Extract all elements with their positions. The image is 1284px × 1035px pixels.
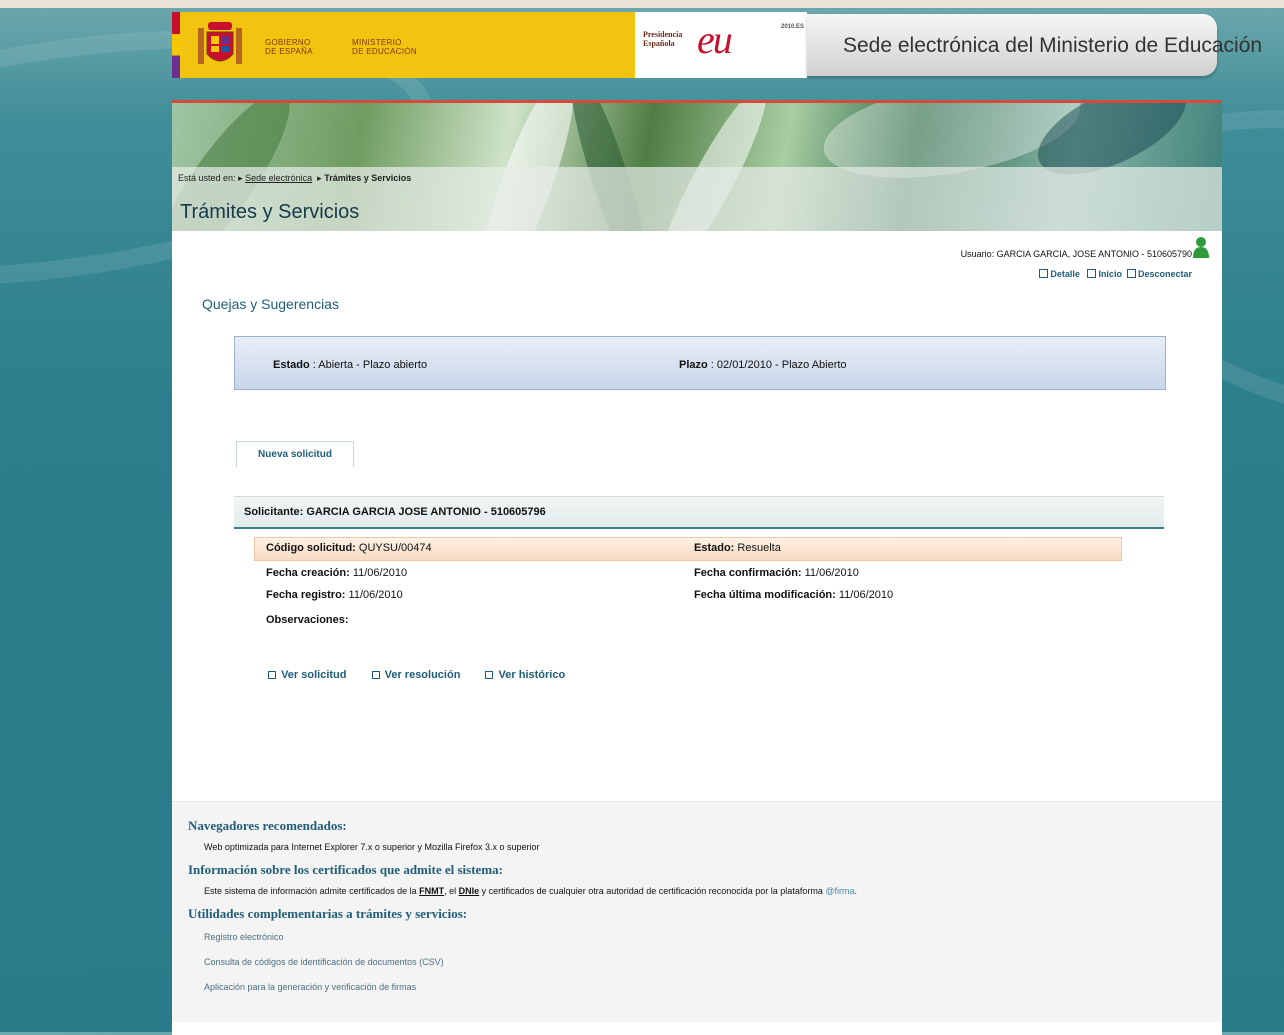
square-bullet-icon bbox=[1126, 269, 1136, 278]
csv-lookup-link[interactable]: Consulta de códigos de identificación de… bbox=[204, 957, 444, 967]
status-plazo: Plazo : 02/01/2010 - Plazo Abierto bbox=[679, 359, 847, 371]
new-request-tab[interactable]: Nueva solicitud bbox=[236, 441, 354, 467]
breadcrumb-arrow-icon: ▸ bbox=[314, 173, 322, 183]
ver-historico-link[interactable]: Ver histórico bbox=[485, 669, 565, 681]
gobierno-label: GOBIERNO DE ESPAÑA bbox=[265, 38, 313, 56]
fecha-ultima-modificacion: Fecha última modificación: 11/06/2010 bbox=[694, 589, 894, 601]
breadcrumb-link-sede[interactable]: Sede electrónica bbox=[245, 173, 312, 183]
dnie-link[interactable]: DNIe bbox=[459, 886, 480, 896]
square-bullet-icon bbox=[485, 671, 494, 679]
site-title-bar: Sede electrónica del Ministerio de Educa… bbox=[807, 14, 1262, 76]
user-icon bbox=[1193, 237, 1209, 258]
site-header: GOBIERNO DE ESPAÑA MINISTERIO DE EDUCACIÓN… bbox=[172, 12, 1262, 80]
section-title: Quejas y Sugerencias bbox=[202, 296, 339, 312]
request-estado: Estado: Resuelta bbox=[694, 542, 781, 554]
desconectar-link[interactable]: Desconectar bbox=[1126, 269, 1192, 279]
certificates-heading: Información sobre los certificados que a… bbox=[188, 862, 503, 877]
user-info: Usuario: GARCIA GARCIA, JOSE ANTONIO - 5… bbox=[960, 249, 1192, 259]
fnmt-link[interactable]: FNMT bbox=[419, 886, 444, 896]
fecha-confirmacion: Fecha confirmación: 11/06/2010 bbox=[694, 567, 859, 579]
request-actions: Ver solicitud Ver resolución Ver históri… bbox=[268, 669, 587, 681]
detalle-link[interactable]: Detalle bbox=[1039, 269, 1080, 279]
certificates-text: Este sistema de información admite certi… bbox=[204, 886, 857, 896]
user-links: Detalle Inicio Desconectar bbox=[1039, 269, 1192, 279]
breadcrumb: Está usted en: ▸ Sede electrónica ▸ Trám… bbox=[178, 173, 411, 184]
banner-image: Está usted en: ▸ Sede electrónica ▸ Trám… bbox=[172, 103, 1222, 231]
top-strip bbox=[0, 0, 1284, 8]
ver-solicitud-link[interactable]: Ver solicitud bbox=[268, 669, 346, 681]
observaciones: Observaciones: bbox=[266, 614, 349, 626]
eu-logo-mark: eu bbox=[697, 17, 733, 62]
footer: Navegadores recomendados: Web optimizada… bbox=[172, 801, 1222, 1022]
status-estado: Estado : Abierta - Plazo abierto bbox=[273, 359, 428, 371]
ministerio-label: MINISTERIO DE EDUCACIÓN bbox=[352, 38, 417, 56]
square-bullet-icon bbox=[1087, 269, 1097, 278]
fecha-registro: Fecha registro: 11/06/2010 bbox=[266, 589, 403, 601]
site-title: Sede electrónica del Ministerio de Educa… bbox=[843, 34, 1263, 57]
utilities-heading: Utilidades complementarias a trámites y … bbox=[188, 906, 468, 921]
eu-presidency-logo[interactable]: Presidencia Española eu 2010.ES bbox=[635, 12, 807, 78]
presidency-label: Presidencia Española bbox=[643, 30, 683, 48]
ver-resolucion-link[interactable]: Ver resolución bbox=[371, 669, 460, 681]
firma-link[interactable]: @firma bbox=[825, 886, 854, 896]
government-logo-block[interactable]: GOBIERNO DE ESPAÑA MINISTERIO DE EDUCACIÓN bbox=[180, 12, 635, 78]
breadcrumb-current: Trámites y Servicios bbox=[324, 173, 412, 183]
registro-electronico-link[interactable]: Registro electrónico bbox=[204, 932, 284, 942]
browsers-text: Web optimizada para Internet Explorer 7.… bbox=[204, 842, 540, 852]
breadcrumb-arrow-icon: ▸ bbox=[238, 173, 243, 183]
inicio-link[interactable]: Inicio bbox=[1087, 269, 1122, 279]
square-bullet-icon bbox=[371, 671, 380, 679]
square-bullet-icon bbox=[1039, 269, 1049, 278]
breadcrumb-prefix: Está usted en: bbox=[178, 173, 236, 183]
applicant-label: Solicitante: GARCIA GARCIA JOSE ANTONIO … bbox=[244, 506, 546, 518]
fecha-creacion: Fecha creación: 11/06/2010 bbox=[266, 567, 408, 579]
main-panel: Está usted en: ▸ Sede electrónica ▸ Trám… bbox=[172, 100, 1222, 1035]
page-title: Trámites y Servicios bbox=[180, 201, 360, 223]
eu-year-label: 2010.ES bbox=[781, 24, 805, 30]
square-bullet-icon bbox=[268, 671, 276, 679]
applicant-bar: Solicitante: GARCIA GARCIA JOSE ANTONIO … bbox=[234, 496, 1164, 529]
spain-flag-stripe bbox=[172, 12, 180, 78]
signature-app-link[interactable]: Aplicación para la generación y verifica… bbox=[204, 982, 416, 992]
procedure-status-box: Estado : Abierta - Plazo abierto Plazo :… bbox=[234, 336, 1166, 390]
browsers-heading: Navegadores recomendados: bbox=[188, 818, 347, 833]
coat-of-arms-icon bbox=[198, 22, 242, 64]
codigo-solicitud: Código solicitud: QUYSU/00474 bbox=[266, 542, 432, 554]
